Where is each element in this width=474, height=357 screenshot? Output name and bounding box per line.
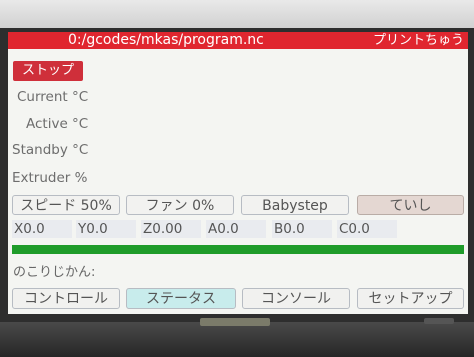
axis-x: X0.0 bbox=[12, 220, 72, 238]
connector-strip bbox=[200, 318, 270, 326]
current-temp-label: Current °C bbox=[17, 89, 89, 105]
device-label-mark bbox=[424, 318, 454, 324]
progress-fill bbox=[12, 245, 464, 254]
lcd-screen: 0:/gcodes/mkas/program.nc プリントちゅう ストップ C… bbox=[8, 32, 468, 314]
stop-button[interactable]: ストップ bbox=[13, 61, 83, 81]
fan-button[interactable]: ファン 0% bbox=[126, 195, 234, 215]
axis-z: Z0.00 bbox=[141, 220, 201, 238]
axis-a: A0.0 bbox=[206, 220, 266, 238]
speed-button[interactable]: スピード 50% bbox=[12, 195, 120, 215]
file-path: 0:/gcodes/mkas/program.nc bbox=[68, 32, 264, 48]
progress-bar bbox=[12, 245, 464, 254]
active-temp-label: Active °C bbox=[26, 116, 89, 132]
device-frame-bottom bbox=[0, 322, 474, 357]
standby-temp-label: Standby °C bbox=[12, 142, 89, 158]
tab-status[interactable]: ステータス bbox=[126, 288, 236, 309]
title-bar: 0:/gcodes/mkas/program.nc プリントちゅう bbox=[8, 32, 468, 49]
axis-y: Y0.0 bbox=[76, 220, 136, 238]
babystep-button[interactable]: Babystep bbox=[241, 195, 349, 215]
time-remaining-label: のこりじかん: bbox=[13, 265, 96, 280]
axis-b: B0.0 bbox=[272, 220, 332, 238]
print-status: プリントちゅう bbox=[372, 33, 464, 48]
device-frame-top bbox=[0, 0, 474, 30]
tab-console[interactable]: コンソール bbox=[242, 288, 350, 309]
axis-c: C0.0 bbox=[337, 220, 397, 238]
tab-setup[interactable]: セットアップ bbox=[357, 288, 464, 309]
extruder-label: Extruder % bbox=[12, 170, 88, 186]
tab-control[interactable]: コントロール bbox=[12, 288, 120, 309]
pause-button[interactable]: ていし bbox=[357, 195, 464, 215]
